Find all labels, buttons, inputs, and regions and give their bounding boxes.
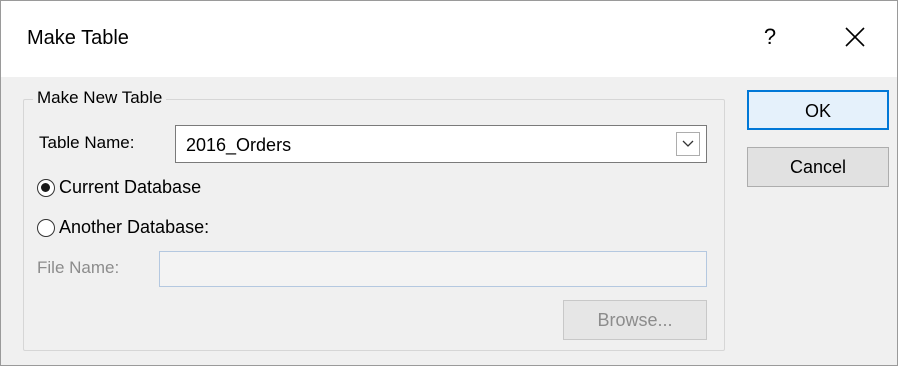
file-name-label: File Name: <box>37 258 120 277</box>
radio-current-indicator[interactable] <box>37 178 55 197</box>
dialog-title: Make Table <box>27 27 129 49</box>
chevron-down-icon <box>682 140 694 147</box>
radio-another-indicator[interactable] <box>37 218 55 237</box>
close-icon <box>845 27 865 47</box>
group-legend: Make New Table <box>33 88 167 108</box>
help-button[interactable]: ? <box>755 19 785 55</box>
table-name-label: Table Name: <box>39 133 135 152</box>
cancel-button[interactable]: Cancel <box>747 147 889 187</box>
ok-button[interactable]: OK <box>747 90 889 130</box>
dropdown-button[interactable] <box>676 132 700 156</box>
browse-button[interactable]: Browse... <box>563 300 707 340</box>
table-name-combobox[interactable]: 2016_Orders <box>175 125 707 163</box>
close-button[interactable] <box>835 19 875 55</box>
title-bar: Make Table ? <box>1 1 897 77</box>
file-name-input[interactable] <box>159 251 707 287</box>
radio-current-database[interactable]: Current Database <box>37 177 201 198</box>
radio-another-label: Another Database: <box>59 217 210 237</box>
radio-current-label: Current Database <box>59 177 202 197</box>
table-name-value: 2016_Orders <box>186 135 292 155</box>
make-table-dialog: Make Table ? Make New Table Table Name: … <box>0 0 898 366</box>
radio-another-database[interactable]: Another Database: <box>37 217 209 238</box>
